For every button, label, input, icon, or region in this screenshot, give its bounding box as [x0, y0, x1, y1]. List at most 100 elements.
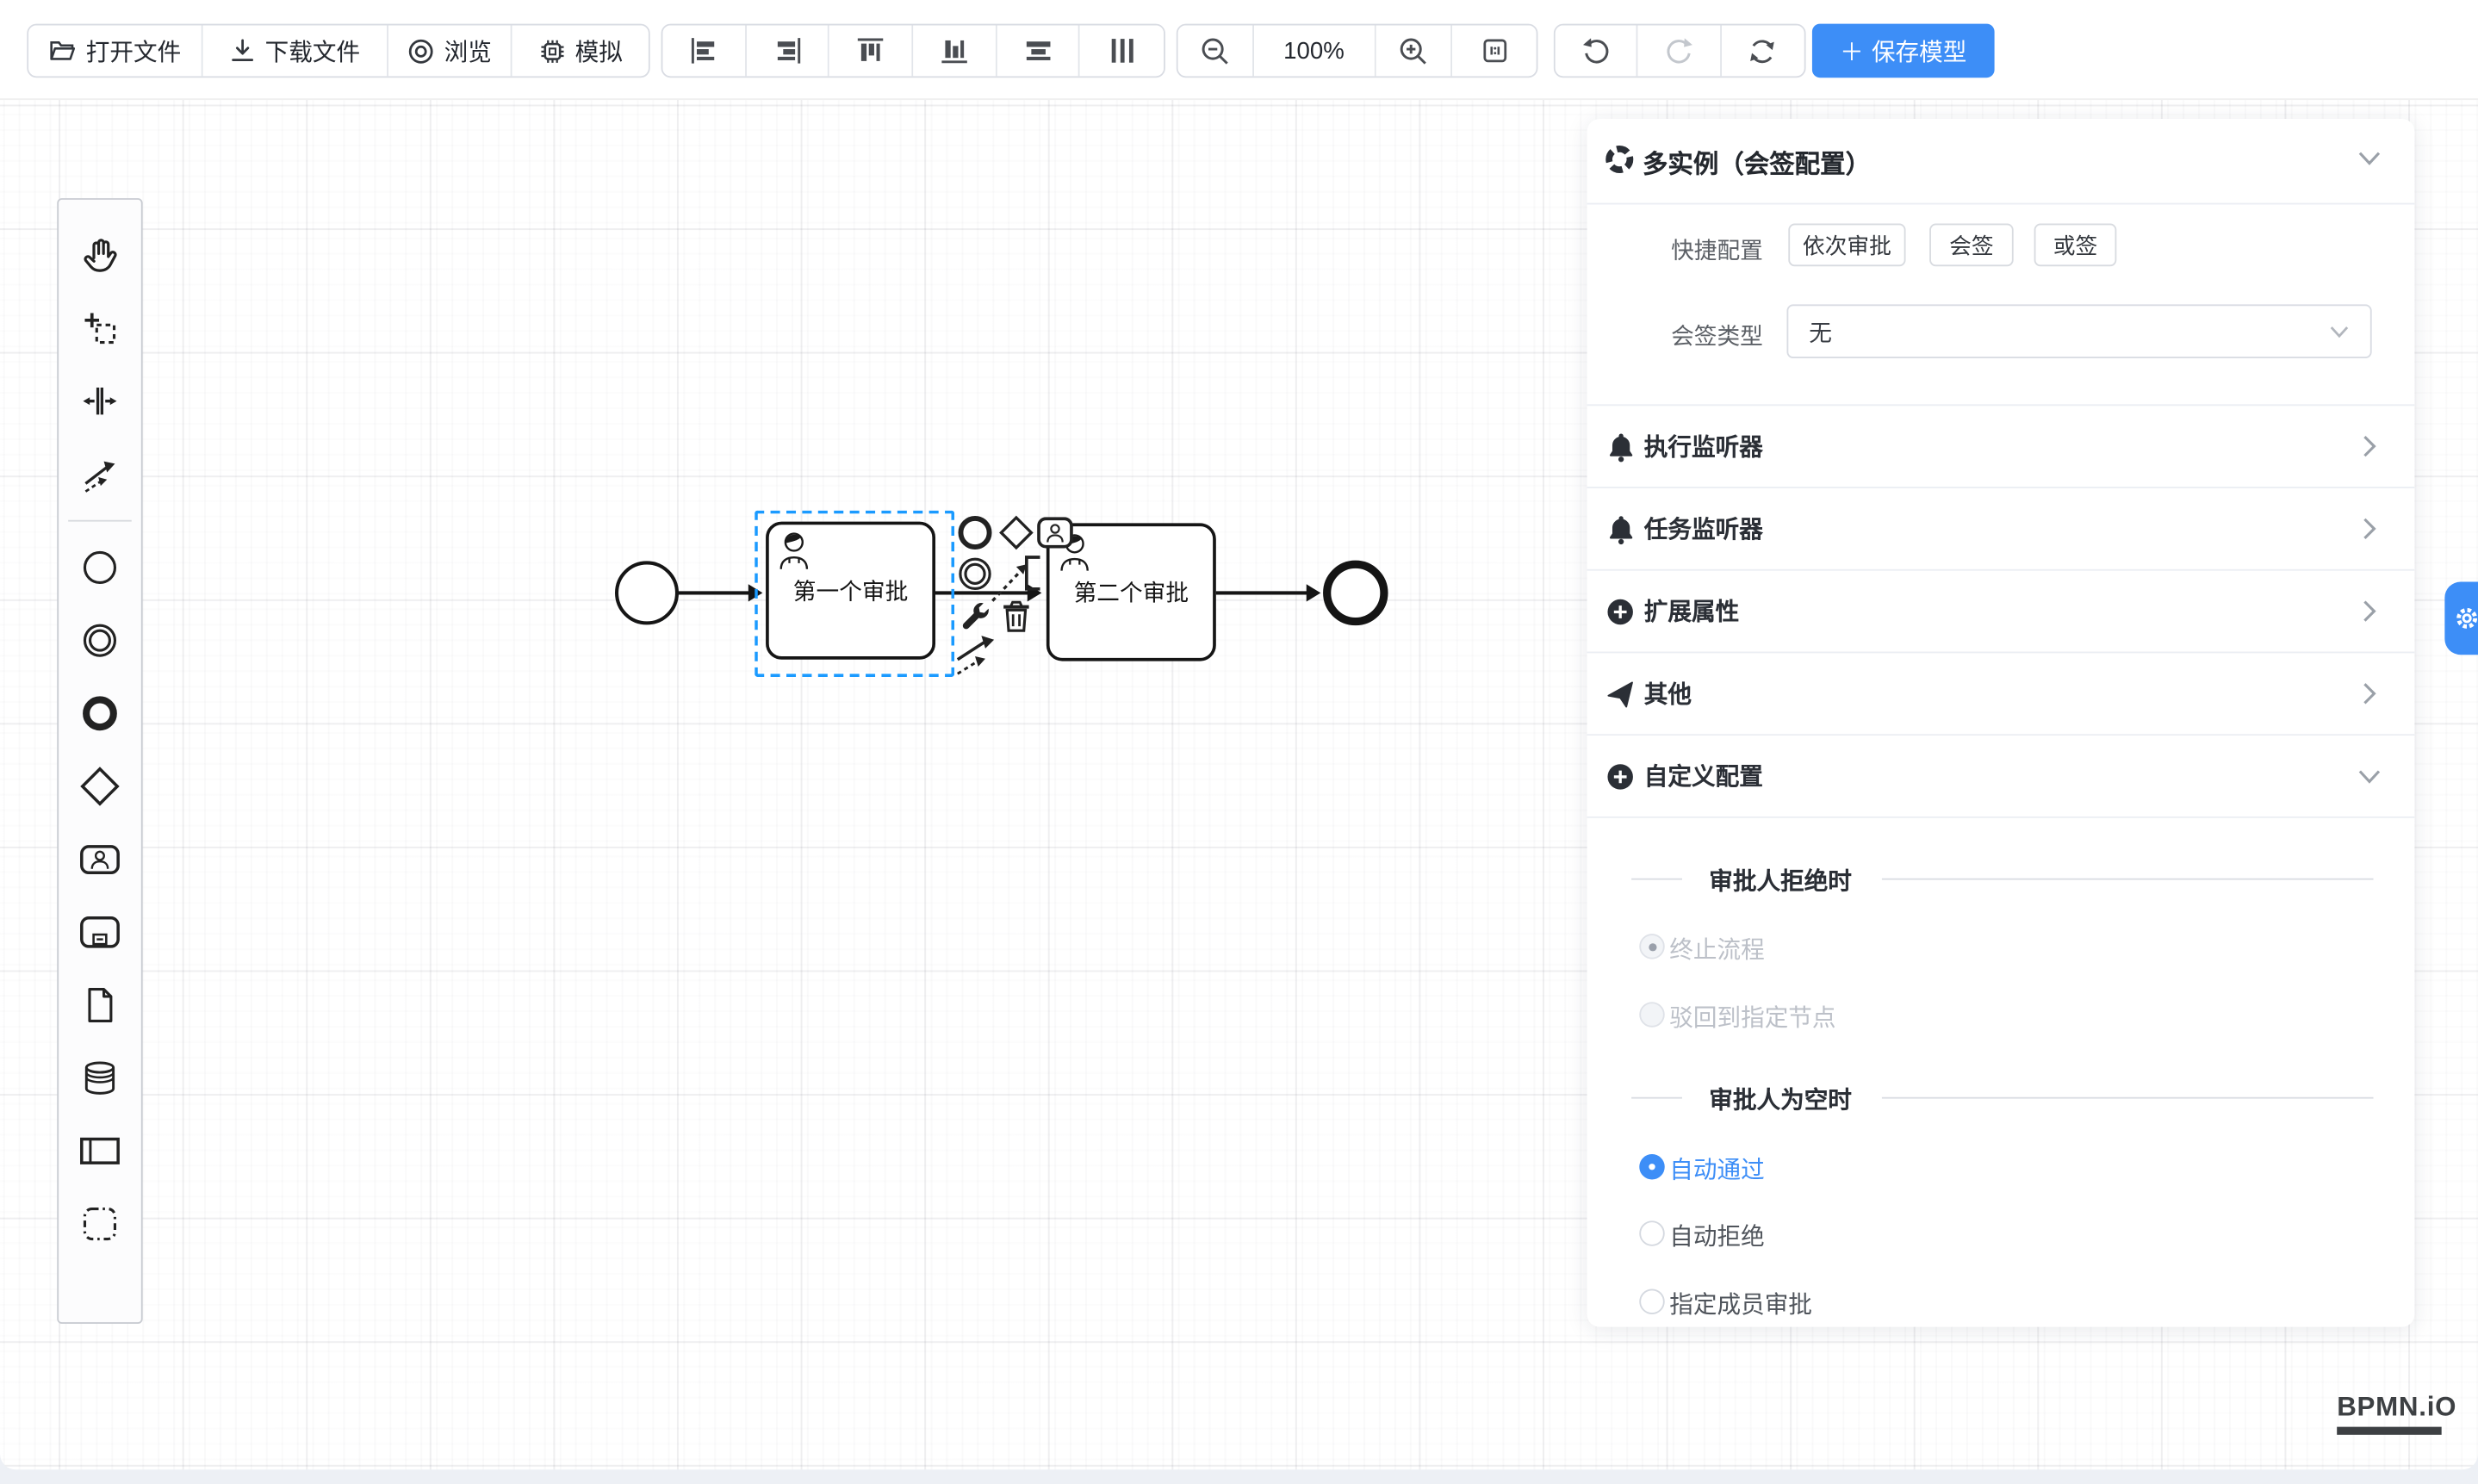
hand-tool[interactable]: [76, 232, 123, 279]
connect-tool[interactable]: [76, 450, 123, 498]
divider: [1587, 203, 2415, 205]
wrench-icon[interactable]: [958, 599, 991, 633]
logo-text: BPMN.iO: [2337, 1392, 2441, 1424]
section-task-listener[interactable]: 任务监听器: [1587, 488, 2415, 569]
align-right-button[interactable]: [746, 25, 829, 76]
quick-config-label: 快捷配置: [1587, 233, 1763, 267]
append-intermediate-event-icon[interactable]: [958, 556, 992, 591]
align-right-icon: [773, 36, 801, 65]
append-user-task-icon[interactable]: [1037, 517, 1073, 549]
palette-participant[interactable]: [76, 1127, 123, 1175]
logo-underline: [2337, 1427, 2441, 1434]
redo-icon: [1664, 35, 1694, 65]
task-first-approval[interactable]: 第一个审批: [766, 522, 935, 660]
align-tools-group: [661, 24, 1165, 78]
append-gateway-icon[interactable]: [999, 515, 1034, 550]
align-top-button[interactable]: [829, 25, 913, 76]
zoom-in-button[interactable]: [1376, 25, 1453, 76]
bell-icon: [1606, 513, 1636, 545]
section-label: 任务监听器: [1644, 512, 1763, 546]
send-icon: [1606, 680, 1635, 709]
participant-icon: [79, 1133, 121, 1168]
zoom-tools-group: 100%: [1177, 24, 1538, 78]
chevron-right-icon: [2363, 434, 2377, 458]
plus-circle-icon: [1606, 598, 1635, 626]
palette-start-event[interactable]: [76, 543, 123, 591]
palette-separator: [68, 520, 132, 522]
countersign-type-label: 会签类型: [1587, 319, 1763, 352]
radio-label[interactable]: 驳回到指定节点: [1669, 1000, 1835, 1034]
data-object-icon: [81, 986, 119, 1024]
title-rule-left: [1631, 1097, 1682, 1099]
reset-button[interactable]: [1721, 25, 1804, 76]
radio-return-to-node[interactable]: [1639, 1002, 1664, 1027]
end-event-icon: [81, 694, 119, 732]
bpmn-io-logo[interactable]: BPMN.iO: [2337, 1392, 2441, 1434]
task-label: 第一个审批: [793, 574, 908, 607]
reject-title: 审批人拒绝时: [1692, 864, 1869, 897]
hand-icon: [79, 234, 121, 276]
radio-label[interactable]: 自动通过: [1669, 1152, 1764, 1186]
radio-label[interactable]: 自动拒绝: [1669, 1219, 1764, 1252]
magnifier-minus-icon: [1200, 35, 1230, 65]
radio-assign-member[interactable]: [1639, 1288, 1664, 1313]
undo-button[interactable]: [1556, 25, 1638, 76]
section-custom-config[interactable]: 自定义配置: [1587, 736, 2415, 817]
zoom-out-button[interactable]: [1178, 25, 1254, 76]
space-tool-icon: [81, 382, 119, 420]
radio-terminate-process[interactable]: [1639, 934, 1664, 959]
title-rule-right: [1882, 1097, 2374, 1099]
section-other[interactable]: 其他: [1587, 653, 2415, 734]
palette-intermediate-event[interactable]: [76, 617, 123, 664]
align-bottom-button[interactable]: [913, 25, 997, 76]
quick-option-sequential[interactable]: 依次审批: [1788, 224, 1905, 267]
palette-gateway[interactable]: [76, 762, 123, 810]
simulate-button[interactable]: 模拟: [512, 25, 648, 76]
palette-user-task[interactable]: [76, 835, 123, 883]
connect-icon[interactable]: [953, 632, 1003, 677]
align-left-button[interactable]: [662, 25, 746, 76]
group-icon: [81, 1205, 119, 1243]
lasso-tool[interactable]: [76, 304, 123, 351]
plus-icon: ＋: [1840, 34, 1864, 68]
zoom-level[interactable]: 100%: [1253, 25, 1376, 76]
radio-auto-reject[interactable]: [1639, 1220, 1664, 1245]
countersign-type-select[interactable]: 无: [1786, 304, 2371, 358]
chevron-right-icon: [2363, 682, 2377, 706]
fit-viewport-button[interactable]: [1453, 25, 1537, 76]
user-task-icon: [779, 531, 810, 571]
distribute-horizontal-button[interactable]: [1080, 25, 1164, 76]
palette-subprocess[interactable]: [76, 909, 123, 956]
download-file-label: 下载文件: [265, 34, 360, 68]
chevron-right-icon: [2363, 517, 2377, 541]
palette-group[interactable]: [76, 1200, 123, 1247]
settings-tab[interactable]: [2444, 582, 2478, 655]
append-end-event-icon[interactable]: [958, 515, 992, 550]
align-middle-icon: [1023, 36, 1052, 65]
save-model-button[interactable]: ＋ 保存模型: [1812, 24, 1995, 78]
radio-label[interactable]: 指定成员审批: [1669, 1288, 1812, 1321]
palette-end-event[interactable]: [76, 690, 123, 737]
open-file-label: 打开文件: [86, 34, 181, 68]
redo-button[interactable]: [1638, 25, 1721, 76]
radio-auto-pass[interactable]: [1639, 1154, 1664, 1179]
section-label: 其他: [1644, 677, 1692, 711]
section-execution-listener[interactable]: 执行监听器: [1587, 406, 2415, 487]
palette-data-object[interactable]: [76, 981, 123, 1028]
preview-button[interactable]: 浏览: [388, 25, 513, 76]
space-tool[interactable]: [76, 377, 123, 425]
open-file-button[interactable]: 打开文件: [28, 25, 203, 76]
radio-label[interactable]: 终止流程: [1669, 932, 1764, 966]
quick-option-countersign[interactable]: 会签: [1929, 224, 2014, 267]
download-file-button[interactable]: 下载文件: [203, 25, 388, 76]
palette-data-store[interactable]: [76, 1054, 123, 1102]
trash-icon[interactable]: [999, 596, 1034, 634]
refresh-icon: [1748, 35, 1778, 65]
align-middle-button[interactable]: [997, 25, 1080, 76]
zoom-level-value: 100%: [1283, 37, 1345, 64]
quick-option-orsign[interactable]: 或签: [2034, 224, 2117, 267]
undo-icon: [1581, 35, 1611, 65]
chevron-down-icon[interactable]: [2357, 151, 2382, 166]
section-extended-properties[interactable]: 扩展属性: [1587, 571, 2415, 652]
history-tools-group: [1554, 24, 1806, 78]
